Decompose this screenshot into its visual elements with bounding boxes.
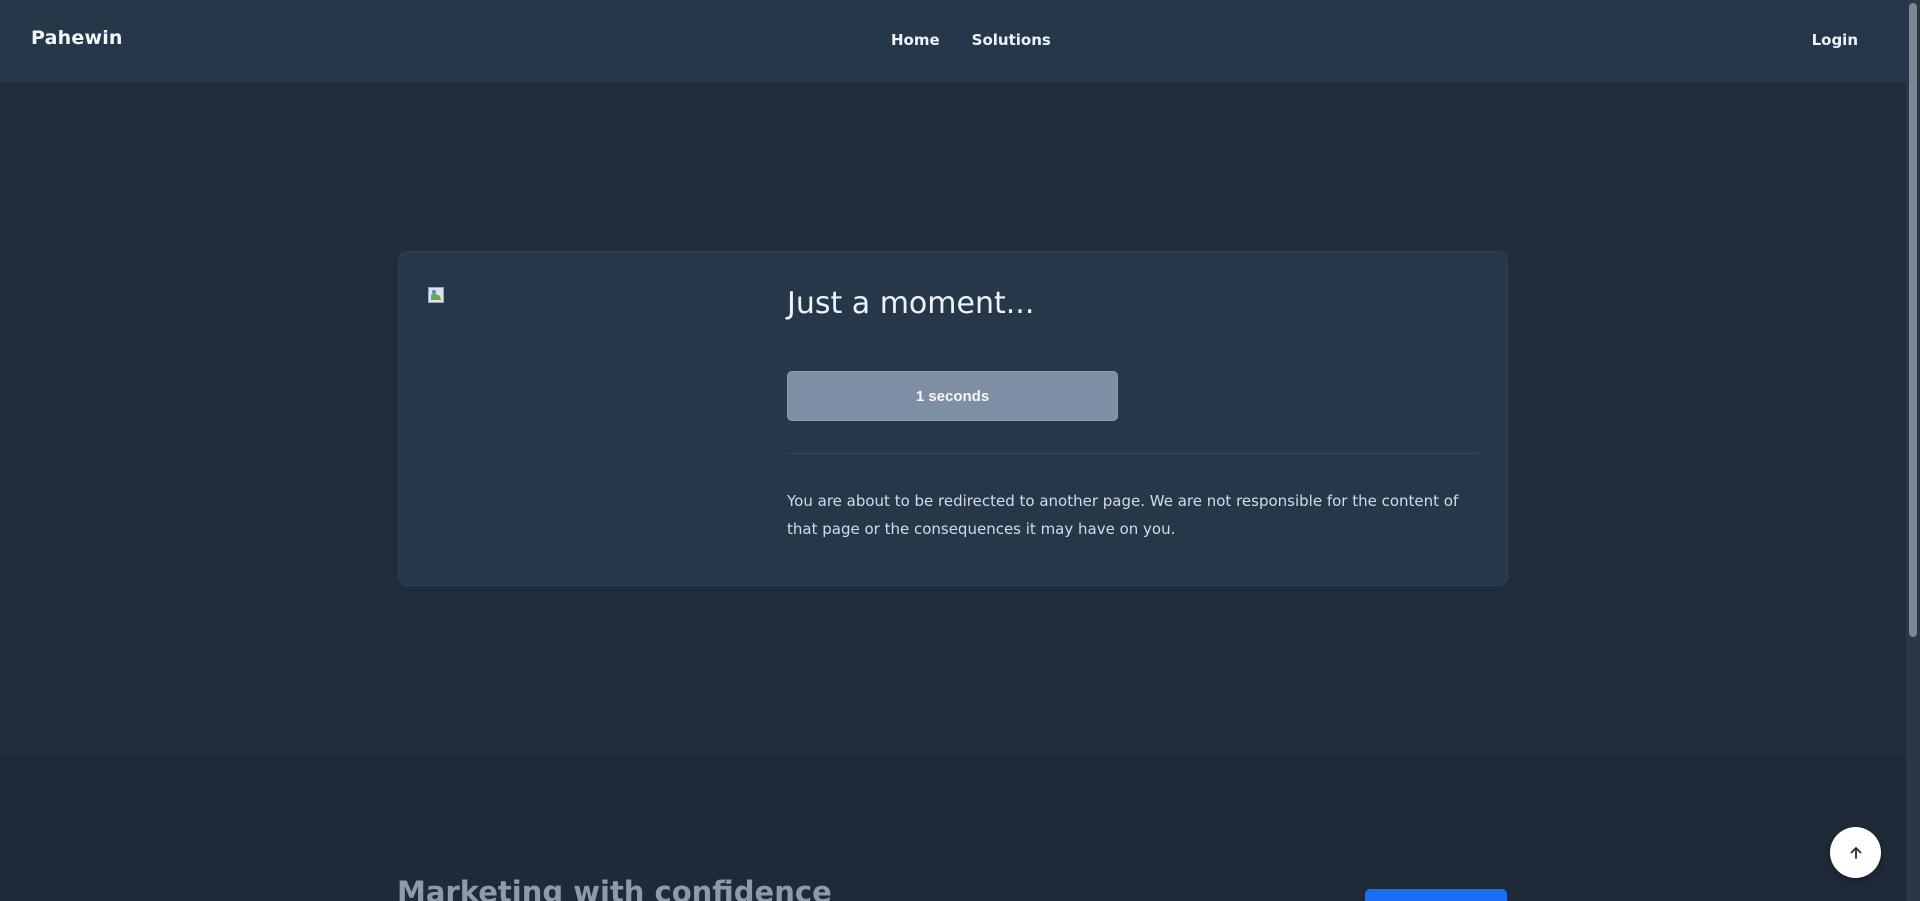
scrollbar-thumb[interactable] [1909, 3, 1917, 637]
login-link[interactable]: Login [1812, 31, 1858, 49]
main-nav: Home Solutions [891, 31, 1051, 49]
nav-link-home[interactable]: Home [891, 31, 940, 49]
card-title: Just a moment... [787, 286, 1035, 321]
page: Pahewin Home Solutions Login Just a mome… [0, 0, 1920, 901]
back-to-top-button[interactable] [1830, 827, 1881, 878]
redirect-notice: You are about to be redirected to anothe… [787, 492, 1459, 538]
divider [787, 453, 1479, 454]
navbar: Pahewin Home Solutions Login [0, 0, 1906, 82]
brand-logo[interactable]: Pahewin [31, 27, 123, 49]
redirect-card: Just a moment... 1 seconds You are about… [398, 251, 1508, 586]
marketing-heading: Marketing with confidence [397, 875, 832, 901]
marketing-cta-button[interactable] [1365, 889, 1507, 901]
countdown-button[interactable]: 1 seconds [787, 371, 1118, 421]
nav-link-solutions[interactable]: Solutions [972, 31, 1051, 49]
marketing-section: Marketing with confidence [0, 755, 1906, 901]
broken-image-icon [428, 287, 444, 303]
arrow-up-icon [1850, 846, 1861, 859]
vertical-scrollbar[interactable] [1906, 0, 1920, 901]
